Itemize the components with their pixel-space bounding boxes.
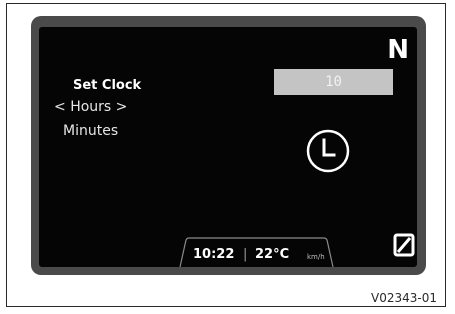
status-separator: | xyxy=(243,247,248,262)
clock-icon xyxy=(306,129,350,173)
slashed-zero-icon xyxy=(393,233,415,257)
status-bar: 10:22 | 22°C km/h xyxy=(179,234,334,267)
hours-value-field[interactable]: 10 xyxy=(274,69,393,95)
menu-title: Set Clock xyxy=(73,78,142,93)
status-time: 10:22 xyxy=(193,247,235,262)
menu-item-hours[interactable]: < Hours > xyxy=(54,99,127,115)
figure-reference-code: V02343-01 xyxy=(371,291,437,305)
prev-arrow-icon[interactable]: < xyxy=(54,99,66,115)
gear-indicator: N xyxy=(387,35,409,65)
figure-frame: N Set Clock < Hours > Minutes 10 10:22 |… xyxy=(6,3,446,307)
menu-item-hours-label: Hours xyxy=(70,99,112,115)
next-arrow-icon[interactable]: > xyxy=(116,99,128,115)
menu-item-minutes[interactable]: Minutes xyxy=(63,123,118,139)
status-temperature: 22°C xyxy=(255,247,290,262)
instrument-display: N Set Clock < Hours > Minutes 10 10:22 |… xyxy=(31,16,426,275)
display-screen: N Set Clock < Hours > Minutes 10 10:22 |… xyxy=(39,27,417,267)
speed-unit-label: km/h xyxy=(307,253,325,261)
